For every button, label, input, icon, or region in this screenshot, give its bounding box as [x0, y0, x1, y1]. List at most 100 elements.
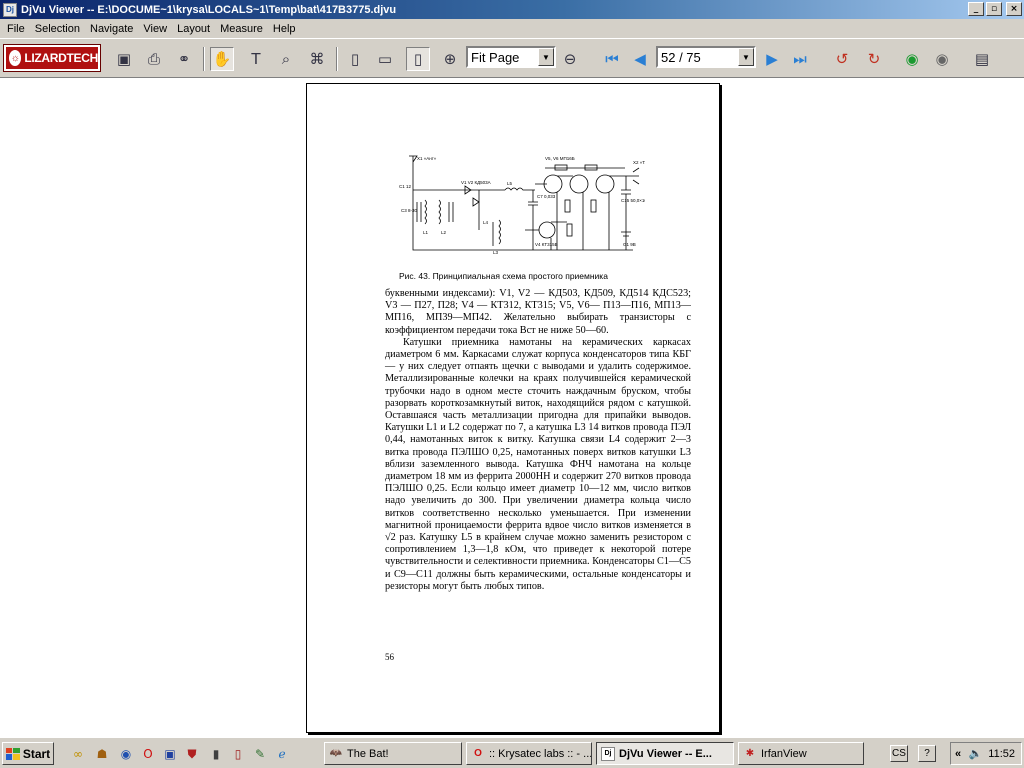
quicklaunch-icon[interactable]: ▯: [230, 746, 246, 762]
task-irfanview[interactable]: ✱ IrfanView: [738, 742, 864, 765]
bat-icon: 🦇: [329, 748, 343, 759]
svg-text:V5, V6 МП16Б: V5, V6 МП16Б: [545, 156, 575, 161]
window-title: DjVu Viewer -- E:\DOCUME~1\krysa\LOCALS~…: [21, 3, 397, 16]
menu-help[interactable]: Help: [268, 23, 301, 35]
menu-bar: File Selection Navigate View Layout Meas…: [0, 19, 1024, 38]
task-opera[interactable]: O :: Krysatec labs :: - ...: [466, 742, 592, 765]
svg-text:X2 «Тлф»: X2 «Тлф»: [633, 160, 645, 165]
opera-icon: O: [474, 748, 482, 759]
page-number: 56: [385, 652, 394, 662]
task-label: The Bat!: [347, 747, 389, 760]
previous-page-icon[interactable]: ◀: [628, 47, 652, 71]
clock: 11:52: [988, 747, 1015, 760]
page-value: 52 / 75: [661, 49, 701, 65]
lizard-icon: ☼: [9, 50, 22, 66]
last-page-icon[interactable]: ⏭: [788, 47, 812, 71]
start-button[interactable]: Start: [2, 742, 54, 765]
svg-text:L4: L4: [483, 220, 489, 225]
figure-caption: Рис. 43. Принципиальная схема простого п…: [399, 271, 608, 281]
djvu-app-icon[interactable]: Dj: [3, 2, 17, 17]
opera-quicklaunch-icon[interactable]: O: [140, 746, 156, 762]
magnifier-tool-icon[interactable]: ⌘: [305, 47, 329, 71]
svg-text:C7 0,033: C7 0,033: [537, 194, 556, 199]
page-select[interactable]: 52 / 75 ▼: [656, 46, 756, 68]
quicklaunch-icon[interactable]: ✎: [252, 746, 268, 762]
close-button[interactable]: ×: [1006, 2, 1022, 16]
zoom-out-icon[interactable]: ⊖: [558, 47, 582, 71]
document-viewport[interactable]: X1 «Ант» C1 12 C3 8-30 L1 L2 V1 V2 КД503…: [0, 79, 1024, 737]
zoom-tool-icon[interactable]: ⌕: [274, 47, 298, 71]
task-label: :: Krysatec labs :: - ...: [489, 747, 592, 760]
chevron-down-icon[interactable]: ▼: [738, 48, 754, 66]
menu-file[interactable]: File: [2, 23, 30, 35]
task-label: IrfanView: [761, 747, 807, 760]
save-icon[interactable]: ▣: [112, 47, 136, 71]
thumbnails-icon[interactable]: ▤: [970, 47, 994, 71]
svg-text:L1: L1: [423, 230, 429, 235]
logo-text: LIZARDTECH: [24, 51, 98, 65]
svg-text:L2: L2: [441, 230, 447, 235]
language-indicator[interactable]: CS: [890, 745, 908, 762]
task-label: DjVu Viewer -- E...: [619, 747, 712, 760]
taskbar: Start ∞ ☗ ◉ O ▣ ⛊ ▮ ▯ ✎ ℯ 🦇 The Bat! O :…: [0, 737, 1024, 768]
speaker-icon[interactable]: 🔈: [969, 747, 983, 760]
svg-text:V1 V2 КД503А: V1 V2 КД503А: [461, 180, 491, 185]
next-page-icon[interactable]: ▶: [760, 47, 784, 71]
quicklaunch-icon[interactable]: ℯ: [274, 746, 290, 762]
rotate-left-icon[interactable]: ↺: [830, 47, 854, 71]
back-icon[interactable]: ◉: [900, 47, 924, 71]
zoom-value: Fit Page: [471, 49, 520, 65]
text-select-icon[interactable]: T: [244, 47, 268, 71]
zoom-select[interactable]: Fit Page ▼: [466, 46, 556, 68]
menu-layout[interactable]: Layout: [172, 23, 215, 35]
svg-text:V4 КТ315Б: V4 КТ315Б: [535, 242, 558, 247]
zoom-in-icon[interactable]: ⊕: [438, 47, 462, 71]
menu-view[interactable]: View: [138, 23, 172, 35]
quicklaunch-icon[interactable]: ▮: [208, 746, 224, 762]
menu-navigate[interactable]: Navigate: [85, 23, 138, 35]
single-page-icon[interactable]: ▯: [343, 47, 367, 71]
paragraph: буквенными индексами): V1, V2 — КД503, К…: [385, 288, 691, 336]
help-button[interactable]: ?: [918, 745, 936, 762]
rotate-right-icon[interactable]: ↻: [862, 47, 886, 71]
svg-text:L5: L5: [507, 181, 513, 186]
fit-page-view-icon[interactable]: ▯: [406, 47, 430, 71]
quicklaunch-icon[interactable]: ▣: [162, 746, 178, 762]
quicklaunch-icon[interactable]: ◉: [118, 746, 134, 762]
tray-expand-icon[interactable]: «: [955, 748, 961, 760]
continuous-page-icon[interactable]: ▭: [373, 47, 397, 71]
paragraph: Катушки приемника намотаны на керамическ…: [385, 336, 691, 592]
svg-text:C1 12: C1 12: [399, 184, 412, 189]
title-bar: Dj DjVu Viewer -- E:\DOCUME~1\krysa\LOCA…: [0, 0, 1024, 19]
window-controls: _ ▫ ×: [968, 2, 1022, 16]
quicklaunch-icon[interactable]: ☗: [94, 746, 110, 762]
toolbar-separator: [203, 47, 205, 71]
first-page-icon[interactable]: ⏮: [600, 47, 624, 71]
svg-text:C3 8-30: C3 8-30: [401, 208, 418, 213]
system-tray: « 🔈 11:52: [950, 742, 1022, 765]
circuit-schematic: X1 «Ант» C1 12 C3 8-30 L1 L2 V1 V2 КД503…: [399, 155, 645, 255]
forward-icon[interactable]: ◉: [930, 47, 954, 71]
menu-measure[interactable]: Measure: [215, 23, 268, 35]
svg-text:X1 «Ант»: X1 «Ант»: [417, 156, 437, 161]
hand-tool-icon[interactable]: ✋: [210, 47, 234, 71]
djvu-icon: Dj: [601, 746, 615, 761]
lizardtech-logo[interactable]: ☼ LIZARDTECH: [3, 44, 101, 72]
quicklaunch-icon[interactable]: ⛊: [184, 746, 200, 762]
page-body-text: буквенными индексами): V1, V2 — КД503, К…: [385, 288, 691, 593]
document-page: X1 «Ант» C1 12 C3 8-30 L1 L2 V1 V2 КД503…: [306, 83, 720, 733]
svg-text:C15 50,0×10В: C15 50,0×10В: [621, 198, 645, 203]
start-label: Start: [22, 746, 51, 761]
irfanview-icon: ✱: [745, 748, 755, 759]
task-djvu-viewer[interactable]: Dj DjVu Viewer -- E...: [596, 742, 734, 765]
restore-button[interactable]: ▫: [986, 2, 1002, 16]
task-the-bat[interactable]: 🦇 The Bat!: [324, 742, 462, 765]
toolbar-separator: [336, 47, 338, 71]
menu-selection[interactable]: Selection: [30, 23, 85, 35]
quicklaunch-icon[interactable]: ∞: [70, 746, 86, 762]
chevron-down-icon[interactable]: ▼: [538, 48, 554, 66]
minimize-button[interactable]: _: [968, 2, 984, 16]
print-icon[interactable]: ⎙: [142, 47, 166, 71]
djvu-viewer-window: Dj DjVu Viewer -- E:\DOCUME~1\krysa\LOCA…: [0, 0, 1024, 768]
find-binoculars-icon[interactable]: ⚭: [172, 47, 196, 71]
